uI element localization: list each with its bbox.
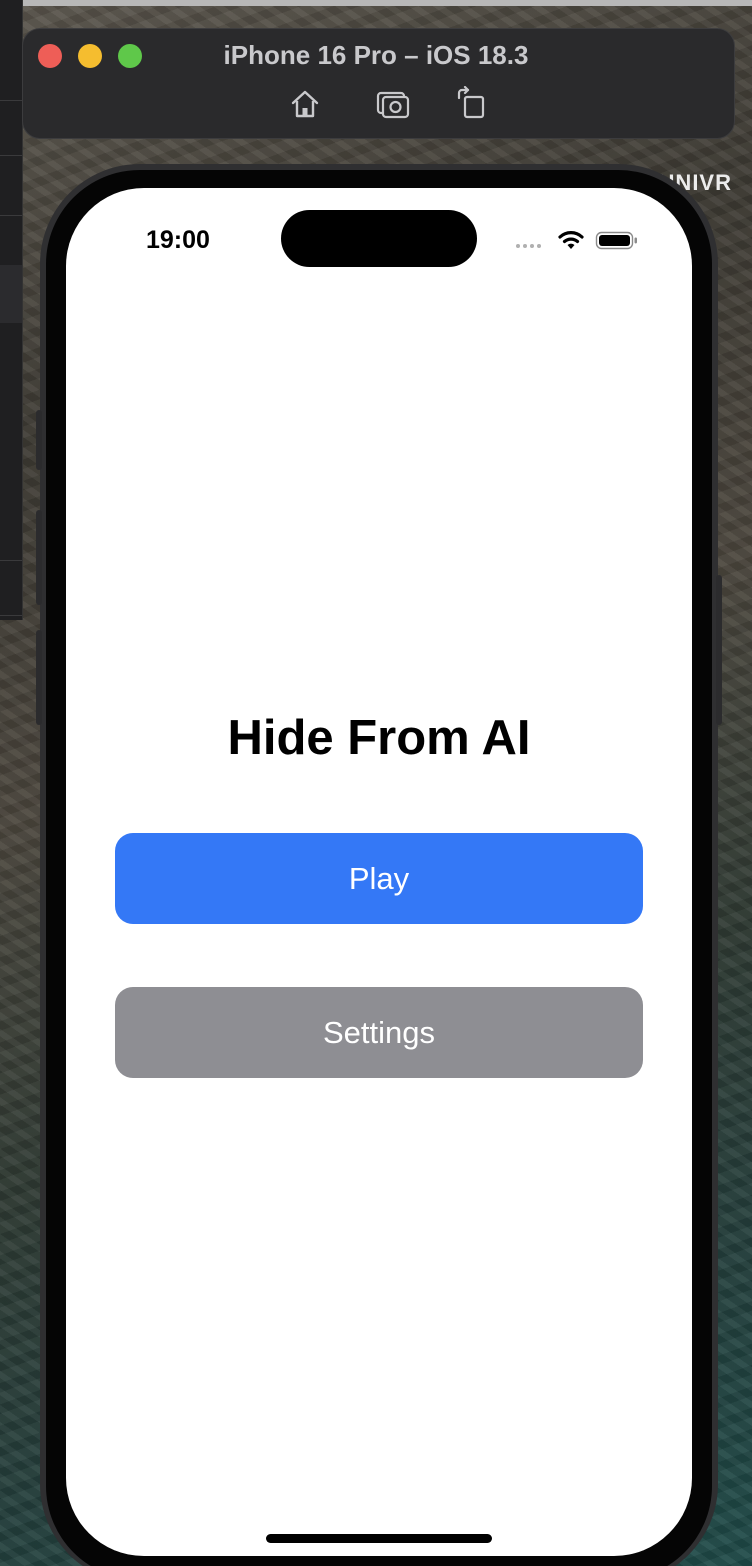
power-button [716,575,722,725]
action-button [36,410,42,470]
device-screen: 19:00 Hide From AI Play Settings [66,188,692,1556]
app-title: Hide From AI [227,711,531,765]
volume-up-button [36,510,42,605]
settings-button[interactable]: Settings [115,987,643,1078]
background-window-edge [0,0,23,620]
rotate-icon[interactable] [455,86,491,122]
status-icons [516,231,637,250]
menu-bar-edge [0,0,752,6]
status-time: 19:00 [146,226,210,254]
home-indicator[interactable] [266,1534,492,1543]
wifi-icon [558,231,584,249]
dynamic-island [281,210,477,267]
volume-down-button [36,630,42,725]
home-icon[interactable] [287,86,323,122]
cellular-signal-icon [516,244,541,248]
window-title: iPhone 16 Pro – iOS 18.3 [223,40,529,70]
battery-icon [595,231,637,250]
play-button[interactable]: Play [115,833,643,924]
screenshot-icon[interactable] [375,86,411,122]
